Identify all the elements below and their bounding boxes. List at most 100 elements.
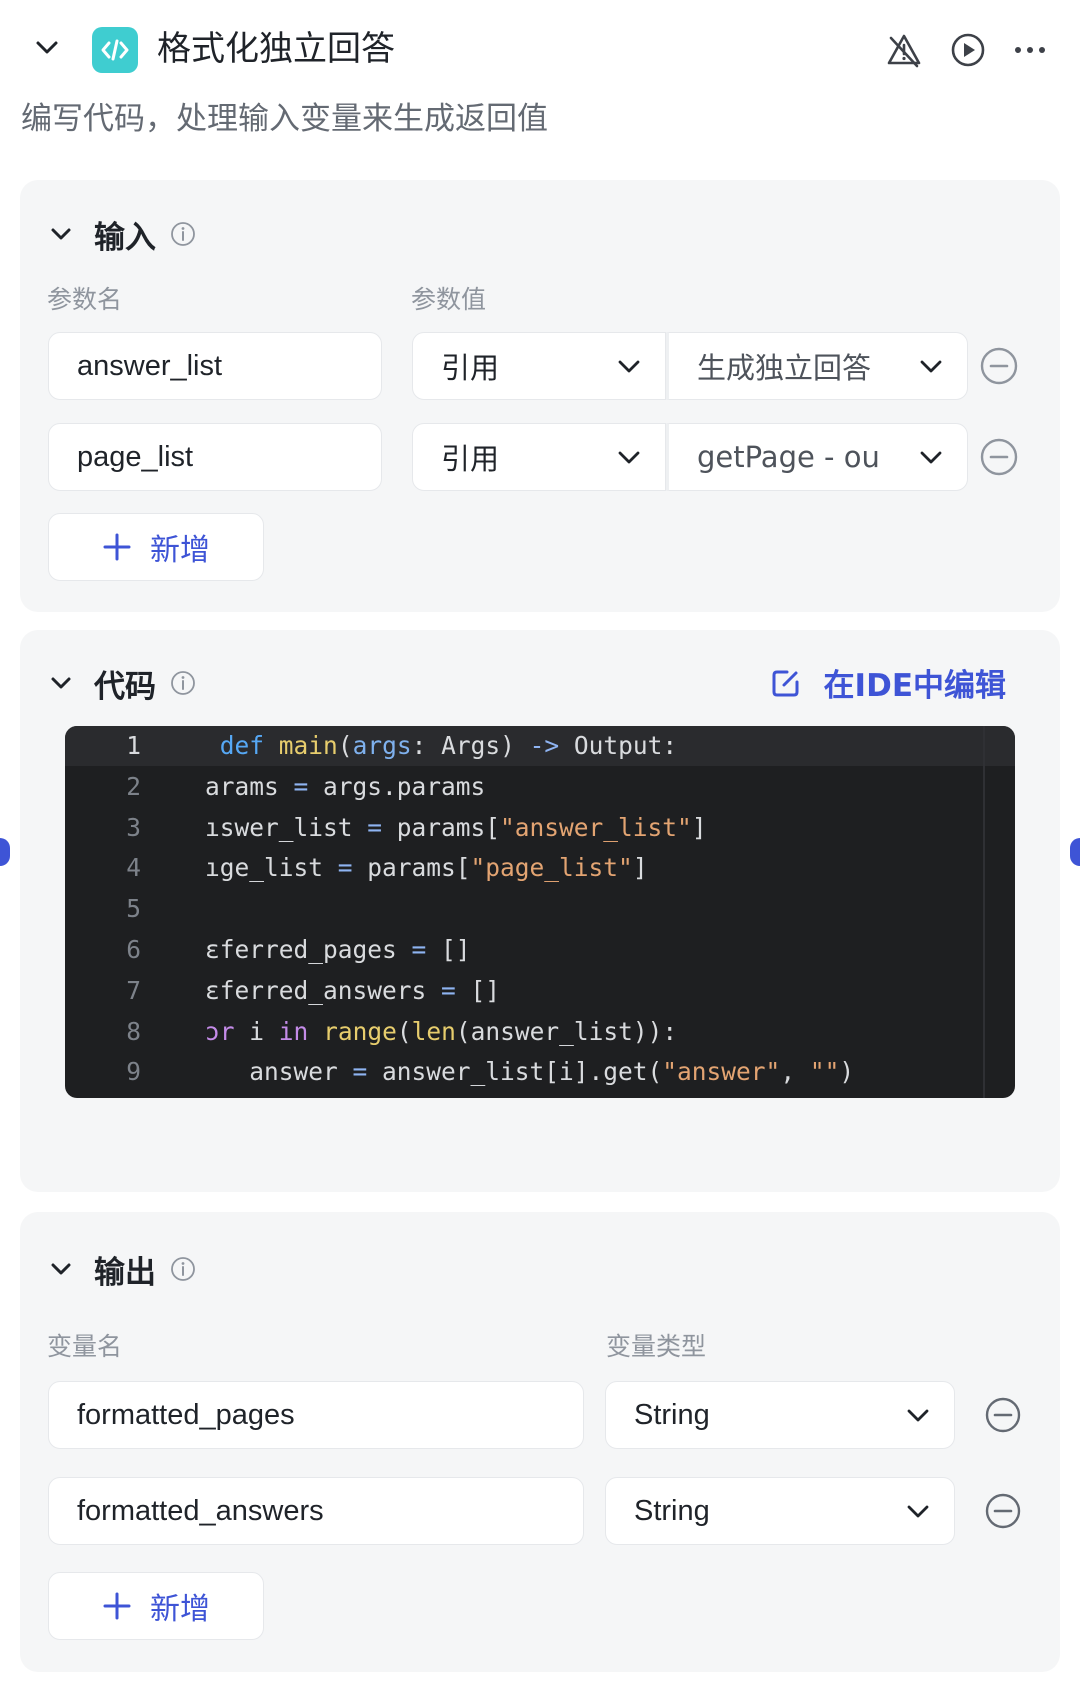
code-line[interactable]: answer = answer_list[i].get("answer", ""… bbox=[205, 1052, 975, 1093]
remove-row-icon[interactable] bbox=[983, 1395, 1023, 1435]
line-number: 2 bbox=[126, 771, 141, 801]
plus-icon bbox=[103, 1592, 131, 1620]
line-number: 4 bbox=[126, 853, 141, 883]
line-number: 5 bbox=[126, 894, 141, 924]
code-token: "answer_list" bbox=[500, 812, 692, 842]
code-token: -> bbox=[529, 731, 560, 760]
code-token: = bbox=[337, 853, 353, 883]
select-value: 生成独立回答 bbox=[697, 351, 872, 385]
remove-row-icon[interactable] bbox=[983, 1491, 1023, 1531]
code-token: "answer" bbox=[662, 1057, 781, 1087]
add-input-button[interactable]: 新增 bbox=[48, 513, 264, 581]
code-token: = bbox=[411, 934, 427, 964]
code-token: answer_list[i].get( bbox=[367, 1057, 663, 1087]
column-label-param-name: 参数名 bbox=[47, 285, 123, 314]
code-token: in bbox=[278, 1016, 309, 1046]
code-token: : Args) bbox=[411, 731, 530, 760]
node-description: 编写代码，处理输入变量来生成返回值 bbox=[21, 101, 548, 137]
run-play-icon[interactable] bbox=[948, 30, 988, 70]
code-line[interactable]: arams = args.params bbox=[205, 767, 975, 808]
code-line[interactable] bbox=[205, 889, 975, 930]
edit-in-ide-link[interactable]: 在IDE中编辑 bbox=[770, 660, 1006, 705]
chevron-down-icon[interactable] bbox=[33, 34, 61, 62]
edit-icon bbox=[772, 670, 799, 696]
chevron-down-icon[interactable] bbox=[46, 219, 76, 249]
var-type-select[interactable]: String bbox=[605, 1477, 955, 1545]
code-token: ıge_list bbox=[205, 853, 338, 883]
line-number: 10 bbox=[65, 1093, 159, 1098]
plus-icon bbox=[103, 533, 131, 561]
code-line[interactable]: ıge_list = params["page_list"] bbox=[205, 848, 975, 889]
section-title: 代码 bbox=[94, 668, 156, 705]
code-node-icon bbox=[92, 27, 138, 73]
chevron-down-icon bbox=[618, 360, 640, 373]
code-content[interactable]: def main(args: Args) -> Output: arams = a… bbox=[205, 726, 975, 1098]
chevron-down-icon bbox=[618, 451, 640, 464]
code-token: ɔr bbox=[205, 1016, 235, 1046]
chevron-down-icon bbox=[907, 1409, 929, 1422]
line-number: 6 bbox=[126, 934, 141, 964]
code-editor[interactable]: 1 2 3 4 5 6 7 8 9 10 def main(args: Args… bbox=[65, 726, 1015, 1098]
code-line[interactable]: ɛferred_pages = [] bbox=[205, 930, 975, 971]
code-line[interactable]: ıswer_list = params["answer_list"] bbox=[205, 808, 975, 849]
code-token: = bbox=[293, 771, 309, 801]
chevron-down-icon[interactable] bbox=[46, 668, 76, 698]
code-token: [] bbox=[426, 934, 471, 964]
more-icon[interactable] bbox=[1010, 30, 1050, 70]
node-header: 格式化独立回答 编写代码，处理输入变量来生成返回值 bbox=[0, 0, 1080, 137]
remove-row-icon[interactable] bbox=[979, 346, 1019, 386]
line-number: 1 bbox=[126, 731, 141, 760]
remove-row-icon[interactable] bbox=[979, 437, 1019, 477]
code-line[interactable]: def main(args: Args) -> Output: bbox=[205, 726, 975, 767]
info-icon[interactable] bbox=[168, 219, 198, 249]
debug-disabled-icon[interactable] bbox=[884, 30, 924, 70]
right-connection-handle[interactable] bbox=[1070, 838, 1080, 866]
code-token: arams bbox=[205, 771, 294, 801]
editor-scrollbar-track[interactable] bbox=[983, 726, 985, 1098]
code-token: ɛferred_answers bbox=[205, 975, 442, 1005]
code-token: , bbox=[780, 1057, 810, 1087]
line-number: 8 bbox=[126, 1016, 141, 1046]
code-token: ] bbox=[632, 853, 648, 883]
column-label-var-name: 变量名 bbox=[47, 1332, 123, 1361]
node-title[interactable]: 格式化独立回答 bbox=[157, 26, 395, 72]
left-connection-handle[interactable] bbox=[0, 838, 10, 866]
var-name-input[interactable]: formatted_answers bbox=[48, 1477, 584, 1545]
param-type-select[interactable]: 引用 bbox=[412, 423, 666, 491]
code-token: ɛferred_pages bbox=[205, 934, 412, 964]
code-line[interactable]: ɔr i in range(len(answer_list)): bbox=[205, 1012, 975, 1053]
code-token: main bbox=[278, 731, 338, 760]
var-type-select[interactable]: String bbox=[605, 1381, 955, 1449]
code-token: params[ bbox=[382, 812, 501, 842]
code-token: = bbox=[367, 812, 383, 842]
param-type-select[interactable]: 引用 bbox=[412, 332, 666, 400]
chevron-down-icon bbox=[920, 451, 942, 464]
param-value-select[interactable]: getPage - ou bbox=[666, 423, 968, 491]
select-value: String bbox=[634, 1398, 710, 1431]
code-token: "page_list" bbox=[470, 853, 633, 883]
code-line[interactable]: ɛferred_answers = [] bbox=[205, 971, 975, 1012]
chevron-down-icon[interactable] bbox=[46, 1254, 76, 1284]
code-line[interactable]: page = page_list[i] bbox=[205, 1093, 975, 1098]
param-value-select[interactable]: 生成独立回答 bbox=[666, 332, 968, 400]
column-label-var-type: 变量类型 bbox=[606, 1332, 707, 1361]
var-name-input[interactable]: formatted_pages bbox=[48, 1381, 584, 1449]
code-token: Output: bbox=[559, 731, 678, 760]
code-token: i bbox=[234, 1016, 279, 1046]
code-token: ( bbox=[337, 731, 353, 760]
param-name-input[interactable]: page_list bbox=[48, 423, 382, 491]
select-value: getPage - ou bbox=[697, 440, 880, 474]
info-icon[interactable] bbox=[168, 1254, 198, 1284]
select-value: 引用 bbox=[441, 442, 500, 476]
param-name-input[interactable]: answer_list bbox=[48, 332, 382, 400]
add-output-button[interactable]: 新增 bbox=[48, 1572, 264, 1640]
info-icon[interactable] bbox=[168, 668, 198, 698]
code-token: ] bbox=[691, 812, 707, 842]
chevron-down-icon bbox=[920, 360, 942, 373]
section-title: 输出 bbox=[94, 1254, 156, 1291]
code-section: 代码 在IDE中编辑 1 2 3 4 5 6 7 8 9 10 def main… bbox=[20, 630, 1060, 1192]
code-token: answer bbox=[205, 1057, 353, 1087]
output-section: 输出 变量名 变量类型 formatted_pages String forma… bbox=[20, 1212, 1060, 1672]
